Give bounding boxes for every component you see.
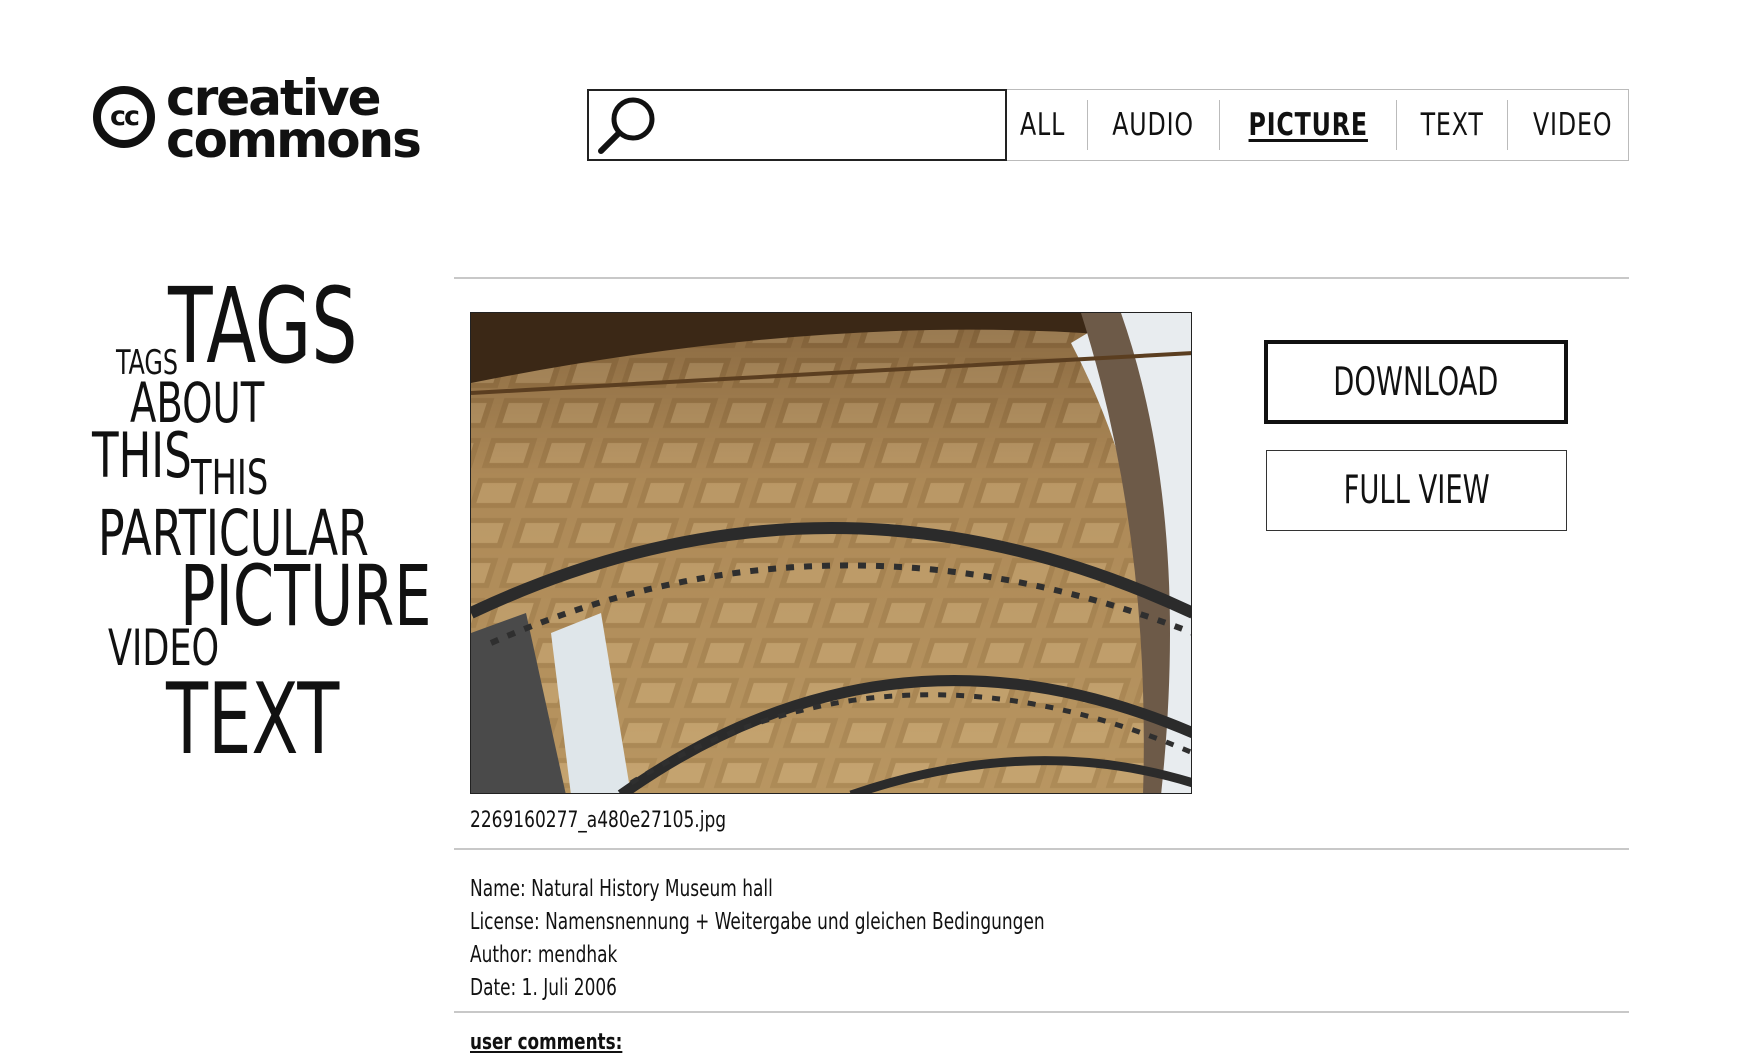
search-icon[interactable] bbox=[597, 95, 661, 159]
tag-item[interactable]: TAGS bbox=[168, 274, 358, 378]
meta-author: Author: mendhak bbox=[470, 942, 618, 968]
picture-preview[interactable] bbox=[470, 312, 1192, 794]
logo-text-commons: commons bbox=[166, 111, 422, 169]
nav-text[interactable]: TEXT bbox=[1421, 107, 1484, 143]
nav-divider bbox=[1086, 100, 1088, 150]
top-divider bbox=[454, 277, 1629, 279]
nav-divider bbox=[1396, 100, 1398, 150]
tag-item[interactable]: THIS bbox=[191, 454, 268, 502]
nav-divider bbox=[1507, 100, 1508, 150]
nav-picture[interactable]: PICTURE bbox=[1249, 107, 1368, 143]
museum-hall-image bbox=[471, 313, 1191, 793]
nav-divider bbox=[1219, 100, 1221, 150]
filename-divider bbox=[454, 848, 1629, 850]
tag-item[interactable]: TEXT bbox=[166, 671, 339, 769]
creative-commons-logo[interactable]: cc creative commons bbox=[90, 73, 440, 169]
meta-license: License: Namensnennung + Weitergabe und … bbox=[470, 909, 1045, 935]
meta-divider bbox=[454, 1011, 1629, 1013]
cc-logo-mark: cc bbox=[109, 101, 140, 132]
media-type-nav: ALL AUDIO PICTURE TEXT VIDEO bbox=[1007, 89, 1629, 161]
download-button-label: DOWNLOAD bbox=[1333, 359, 1499, 405]
meta-name: Name: Natural History Museum hall bbox=[470, 876, 773, 902]
meta-date: Date: 1. Juli 2006 bbox=[470, 975, 617, 1001]
nav-all[interactable]: ALL bbox=[1020, 107, 1065, 143]
picture-filename: 2269160277_a480e27105.jpg bbox=[470, 808, 727, 833]
nav-video[interactable]: VIDEO bbox=[1533, 107, 1612, 143]
tag-item[interactable]: THIS bbox=[92, 425, 192, 487]
nav-audio[interactable]: AUDIO bbox=[1113, 107, 1195, 143]
full-view-button-label: FULL VIEW bbox=[1343, 468, 1490, 513]
full-view-button[interactable]: FULL VIEW bbox=[1266, 450, 1567, 531]
download-button[interactable]: DOWNLOAD bbox=[1264, 340, 1568, 424]
user-comments-link[interactable]: user comments: bbox=[470, 1030, 622, 1055]
picture-metadata: Name: Natural History Museum hall Licens… bbox=[470, 873, 1171, 1005]
search-input[interactable] bbox=[587, 89, 1007, 161]
